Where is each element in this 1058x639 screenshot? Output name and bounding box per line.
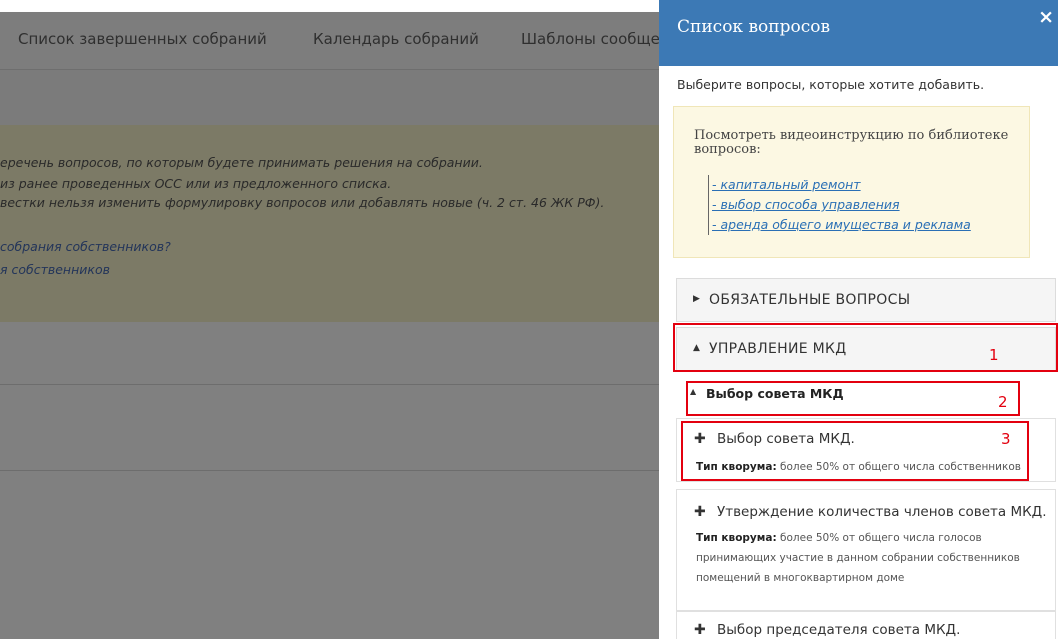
plus-circle-icon[interactable]: ✚ [694, 622, 706, 638]
question-title: Утверждение количества членов совета МКД… [717, 504, 1047, 520]
divider [0, 470, 660, 471]
video-links: - капитальный ремонт - выбор способа упр… [708, 175, 971, 235]
caret-right-icon: ▶ [693, 294, 700, 304]
video-link-rent[interactable]: - аренда общего имущества и реклама [712, 215, 971, 235]
annotation-number-3: 3 [1001, 430, 1011, 448]
nav-tab-finished-meetings[interactable]: Список завершенных собраний [18, 30, 267, 48]
panel-title: Список вопросов [677, 17, 831, 37]
annotation-box-2 [686, 381, 1020, 416]
notice-link[interactable]: я собственников [0, 262, 110, 277]
question-item[interactable]: ✚ Выбор председателя совета МКД. [676, 611, 1056, 639]
video-instructions-box: Посмотреть видеоинструкцию по библиотеке… [673, 106, 1030, 258]
nav-tab-calendar[interactable]: Календарь собраний [313, 30, 479, 48]
panel-header: Список вопросов × [659, 0, 1058, 66]
background-notice: еречень вопросов, по которым будете прин… [0, 125, 660, 322]
annotation-box-3 [681, 421, 1029, 481]
question-item[interactable]: ✚ Утверждение количества членов совета М… [676, 489, 1056, 611]
background-nav: Список завершенных собраний Календарь со… [0, 12, 660, 70]
question-quorum: Тип кворума: более 50% от общего числа г… [696, 528, 1041, 588]
notice-line: вестки нельзя изменить формулировку вопр… [0, 195, 605, 210]
panel-subtitle: Выберите вопросы, которые хотите добавит… [677, 77, 985, 92]
annotation-number-1: 1 [989, 346, 999, 364]
video-link-capital-repair[interactable]: - капитальный ремонт [712, 175, 971, 195]
nav-tab-templates[interactable]: Шаблоны сообще [521, 30, 660, 48]
annotation-box-1 [673, 323, 1058, 372]
notice-line: еречень вопросов, по которым будете прин… [0, 155, 483, 170]
notice-link[interactable]: собрания собственников? [0, 239, 171, 254]
questions-panel: Список вопросов × Выберите вопросы, кото… [659, 0, 1058, 639]
divider [0, 384, 660, 385]
annotation-number-2: 2 [998, 393, 1008, 411]
plus-circle-icon[interactable]: ✚ [694, 504, 706, 520]
quorum-label: Тип кворума: [696, 532, 777, 544]
close-icon[interactable]: × [1038, 6, 1054, 28]
video-link-management[interactable]: - выбор способа управления [712, 195, 971, 215]
section-label: ОБЯЗАТЕЛЬНЫЕ ВОПРОСЫ [709, 292, 911, 308]
section-mandatory-questions[interactable]: ▶ ОБЯЗАТЕЛЬНЫЕ ВОПРОСЫ [676, 278, 1056, 322]
notice-line: из ранее проведенных ОСС или из предложе… [0, 176, 392, 191]
video-title: Посмотреть видеоинструкцию по библиотеке… [694, 128, 1009, 157]
question-title: Выбор председателя совета МКД. [717, 622, 961, 638]
background-band [0, 70, 660, 125]
